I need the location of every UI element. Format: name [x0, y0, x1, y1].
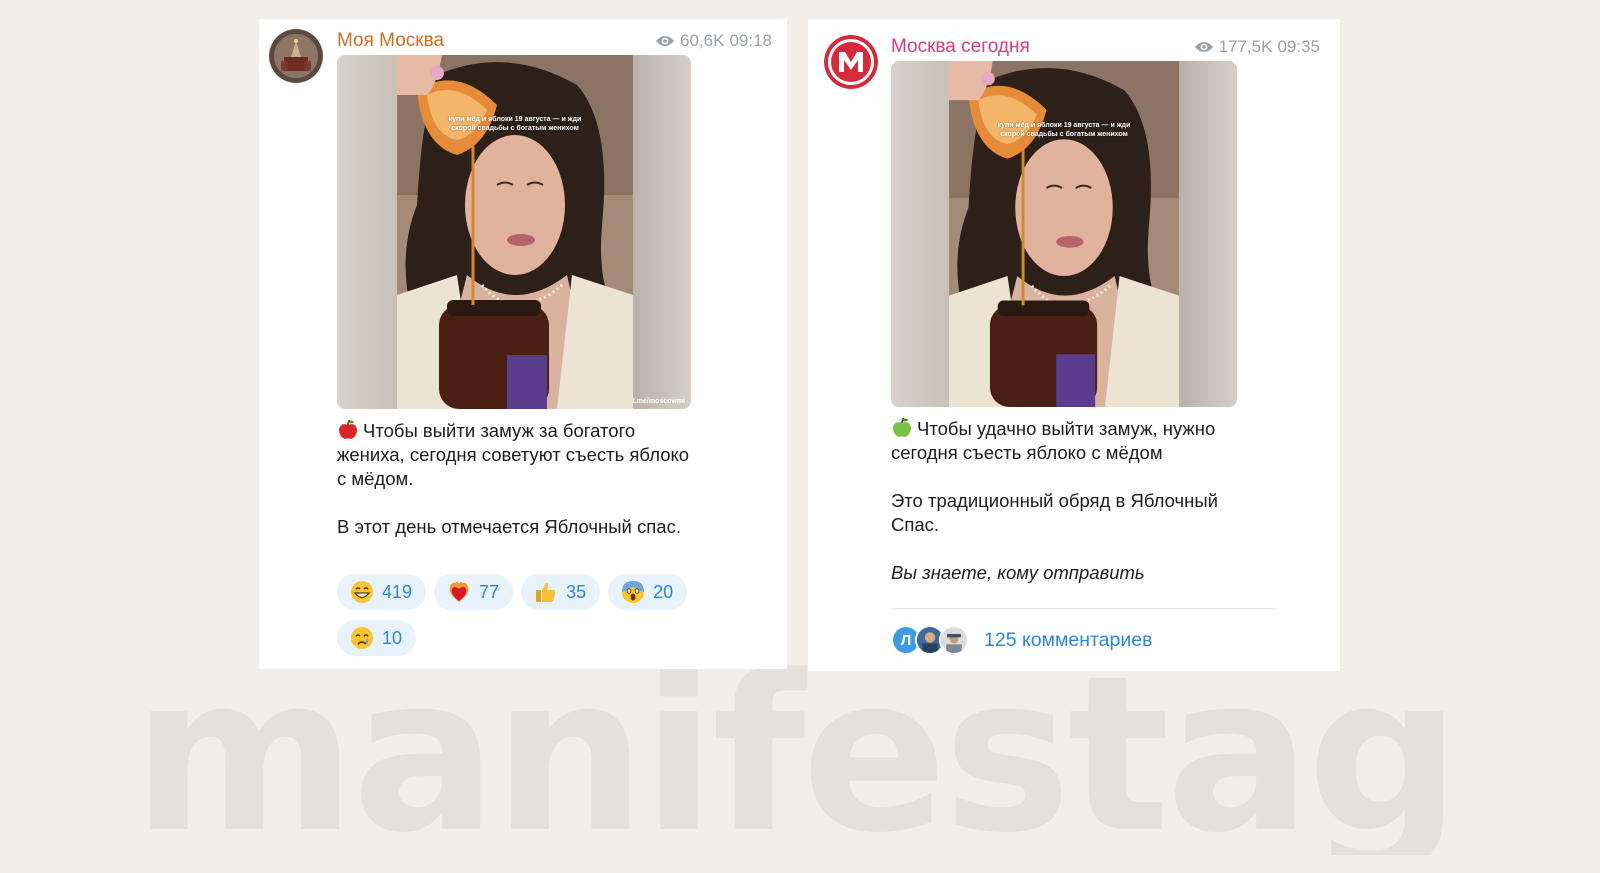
channel-name[interactable]: Моя Москва [337, 30, 444, 52]
heart-on-fire-icon [449, 581, 469, 602]
reactions-bar: 419 77 35 20 10 [337, 574, 757, 656]
reaction-scream[interactable]: 20 [608, 574, 688, 610]
video-thumbnail[interactable]: купи мёд и яблоки 19 августа — и жди ско… [891, 61, 1237, 407]
post-paragraph-2: В этот день отмечается Яблочный спас. [337, 516, 681, 537]
reaction-thumbs-up[interactable]: 35 [521, 574, 601, 610]
red-apple-icon [339, 420, 357, 439]
post-text: Чтобы удачно выйти замуж, нужно сегодня … [891, 417, 1261, 585]
comments-divider [891, 608, 1277, 609]
post-meta: 60,6K 09:18 [655, 31, 772, 51]
scream-icon [622, 581, 645, 603]
channel-avatar[interactable] [269, 29, 323, 83]
commenter-avatar [939, 625, 969, 655]
reaction-count: 20 [653, 581, 674, 602]
channel-name[interactable]: Москва сегодня [891, 36, 1030, 58]
post-paragraph-3: Вы знаете, кому отправить [891, 562, 1145, 583]
comments-link[interactable]: Л 125 комментариев [891, 625, 1152, 655]
reaction-crying[interactable]: 10 [337, 620, 417, 656]
video-watermark-link: t.me/moscowmi [632, 398, 685, 405]
post-paragraph-2: Это традиционный обряд в Яблочный Спас. [891, 490, 1218, 535]
post-paragraph-1: Чтобы удачно выйти замуж, нужно сегодня … [891, 418, 1216, 463]
reaction-count: 77 [479, 581, 500, 602]
video-thumbnail[interactable]: купи мёд и яблоки 19 августа — и жди ско… [337, 55, 691, 409]
grin-icon [351, 581, 373, 603]
reaction-count: 10 [382, 627, 403, 648]
crying-icon [351, 627, 373, 649]
reaction-count: 35 [566, 581, 587, 602]
reaction-count: 419 [382, 581, 413, 602]
reaction-grin[interactable]: 419 [337, 574, 427, 610]
views-eye-icon [656, 36, 675, 46]
channel-post-moskva-segodnya: Москва сегодня 177,5K 09:35 купи мёд и я… [808, 19, 1340, 671]
channel-avatar[interactable] [824, 35, 878, 89]
post-meta: 177,5K 09:35 [1194, 37, 1320, 57]
video-frame: купи мёд и яблоки 19 августа — и жди ско… [949, 61, 1179, 407]
thumbs-up-icon [536, 582, 556, 602]
views-count: 177,5K [1218, 37, 1273, 56]
views-eye-icon [1194, 42, 1213, 52]
green-apple-icon [893, 418, 911, 437]
post-time: 09:18 [729, 31, 772, 50]
views-count: 60,6K [680, 31, 725, 50]
post-time: 09:35 [1277, 37, 1320, 56]
post-paragraph-1: Чтобы выйти замуж за богатого жениха, се… [337, 420, 690, 489]
agency-watermark: manifestagenc [132, 655, 1462, 855]
video-caption-overlay: купи мёд и яблоки 19 августа — и жди ско… [448, 116, 582, 132]
channel-post-moya-moskva: Моя Москва 60,6K 09:18 купи мёд и яблоки… [259, 19, 787, 669]
comments-count-label: 125 комментариев [984, 628, 1153, 651]
reaction-heart-on-fire[interactable]: 77 [434, 574, 514, 610]
post-text: Чтобы выйти замуж за богатого жениха, се… [337, 419, 697, 539]
video-frame: купи мёд и яблоки 19 августа — и жди ско… [397, 55, 633, 409]
video-caption-overlay: купи мёд и яблоки 19 августа — и жди ско… [997, 122, 1131, 138]
